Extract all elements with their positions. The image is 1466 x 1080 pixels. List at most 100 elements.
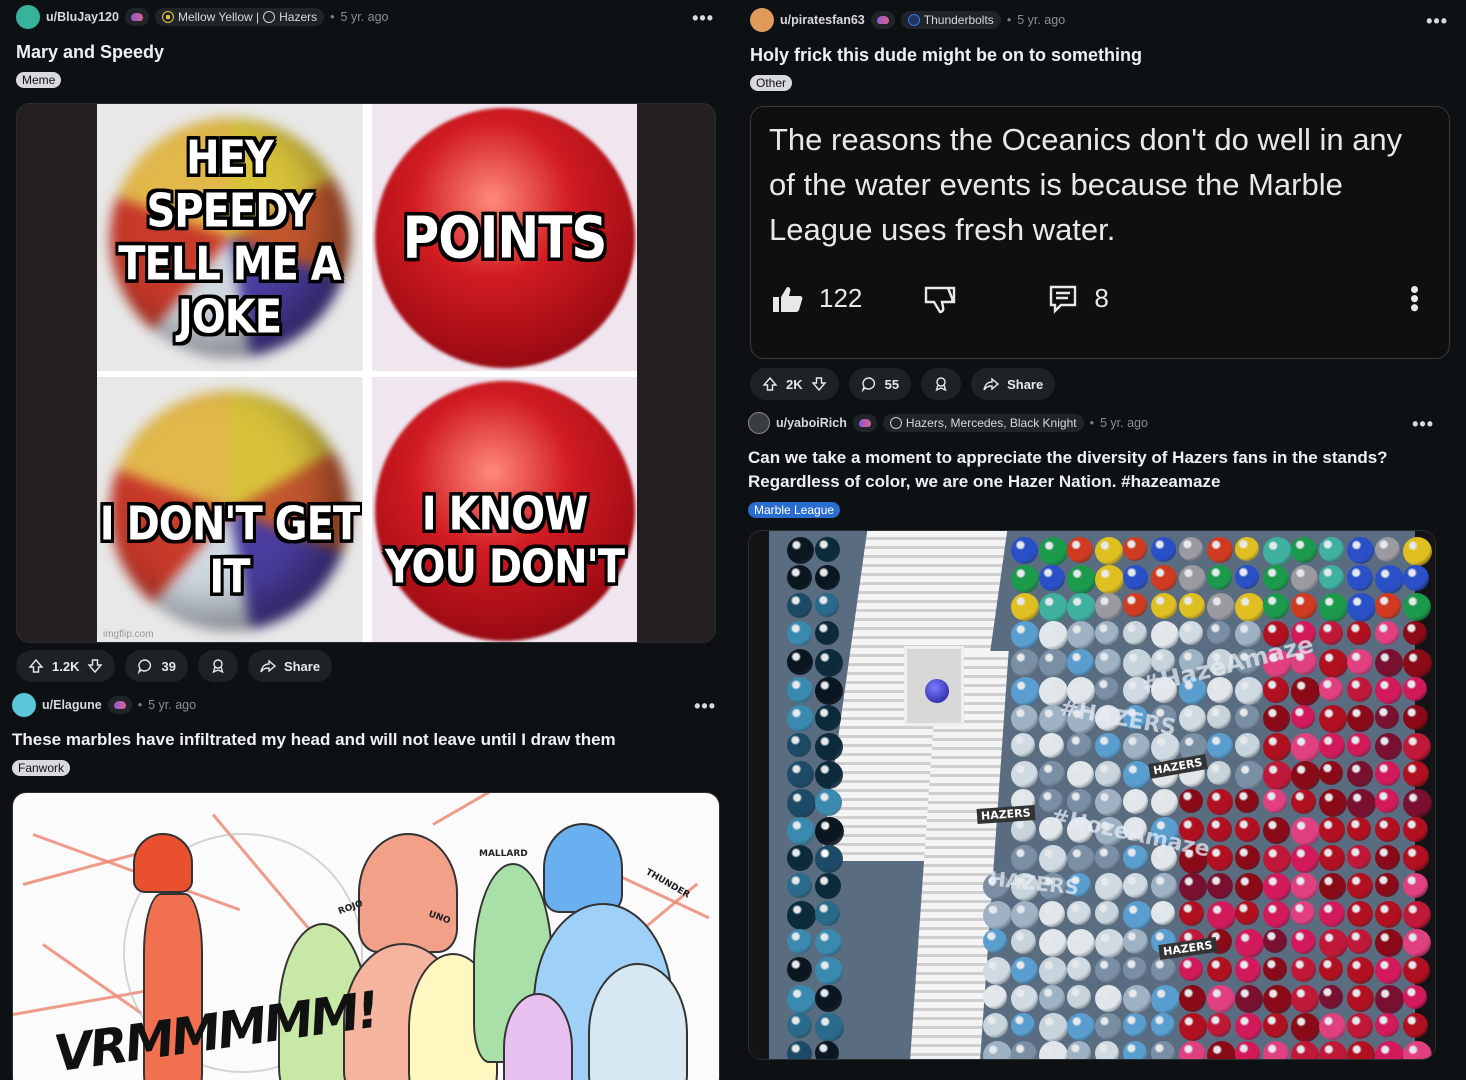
marble [1095, 985, 1122, 1012]
share-button[interactable]: Share [971, 368, 1056, 400]
marble [1347, 1013, 1373, 1039]
marble [815, 733, 843, 761]
marble [1263, 761, 1292, 790]
marble [815, 873, 841, 899]
marble [815, 901, 840, 926]
marble [1179, 565, 1206, 592]
post-flair-tag[interactable]: Meme [16, 72, 62, 88]
arrow-down-icon[interactable] [87, 658, 103, 674]
arrow-up-icon[interactable] [762, 376, 778, 392]
marble [1263, 1013, 1288, 1038]
marble [1235, 845, 1260, 870]
post-meta: u/BluJay120 Mellow Yellow | Hazers • 5 y… [16, 4, 720, 30]
marble [1179, 1013, 1207, 1041]
vertical-ellipsis-icon: ••• [1400, 284, 1430, 313]
award-button[interactable] [197, 650, 238, 682]
comments-button[interactable]: 39 [125, 650, 188, 682]
marble [1347, 649, 1373, 675]
marble [1375, 901, 1402, 928]
marble [1095, 901, 1119, 925]
post-image[interactable]: HEY SPEEDY TELL ME A JOKE POINTS I DON'T… [16, 103, 716, 643]
vote-pill: 2K [750, 368, 839, 400]
share-button[interactable]: Share [247, 650, 333, 682]
marble [1263, 985, 1292, 1014]
more-options-icon[interactable]: ••• [692, 8, 714, 29]
marble [1235, 789, 1259, 813]
more-options-icon[interactable]: ••• [1412, 414, 1434, 435]
post-card[interactable]: u/BluJay120 Mellow Yellow | Hazers • 5 y… [16, 4, 720, 684]
marble [1403, 789, 1432, 818]
avatar[interactable] [12, 693, 36, 717]
post-flair-tag[interactable]: Fanwork [12, 760, 71, 776]
user-flair: Hazers, Mercedes, Black Knight [882, 414, 1084, 432]
award-button[interactable] [921, 368, 962, 400]
arrow-up-icon[interactable] [28, 658, 44, 674]
more-options-icon[interactable]: ••• [1426, 11, 1448, 32]
marble [1403, 733, 1431, 761]
separator: • [137, 698, 143, 712]
comments-button[interactable]: 55 [848, 368, 912, 400]
marble [1403, 621, 1427, 645]
post-title[interactable]: Holy frick this dude might be on to some… [750, 43, 1452, 67]
post-image[interactable]: The reasons the Oceanics don't do well i… [750, 106, 1450, 359]
marble [1347, 845, 1371, 869]
post-title[interactable]: These marbles have infiltrated my head a… [12, 728, 720, 752]
marble [1123, 873, 1148, 898]
marble [1011, 901, 1039, 929]
arrow-down-icon[interactable] [811, 376, 827, 392]
marble [1207, 761, 1231, 785]
author-link[interactable]: u/yaboiRich [776, 416, 847, 430]
marble [1263, 733, 1291, 761]
marble [815, 649, 843, 677]
marble [1375, 537, 1400, 562]
avatar[interactable] [16, 5, 40, 29]
post-meta: u/Elagune • 5 yr. ago [12, 692, 720, 718]
avatar[interactable] [750, 8, 774, 32]
post-title[interactable]: Mary and Speedy [16, 40, 720, 64]
marble [1263, 537, 1292, 566]
marble [1403, 565, 1429, 591]
post-flair-tag[interactable]: Other [750, 75, 793, 91]
post-image[interactable]: ROJO UNO MALLARD THUNDER VRMMMMM! [12, 792, 720, 1080]
marble [787, 649, 813, 675]
post-card[interactable]: u/Elagune • 5 yr. ago ••• These marbles … [12, 692, 720, 1080]
marble [1291, 957, 1316, 982]
author-link[interactable]: u/BluJay120 [46, 10, 119, 24]
marble [1011, 929, 1036, 954]
avatar[interactable] [748, 412, 770, 434]
marble [1011, 565, 1039, 593]
marble [1235, 593, 1264, 622]
marble [1347, 621, 1371, 645]
marble [1039, 593, 1068, 622]
post-card[interactable]: u/yaboiRich Hazers, Mercedes, Black Knig… [748, 410, 1438, 1080]
marble [1207, 901, 1236, 930]
reply-icon [1050, 285, 1077, 314]
post-title[interactable]: Can we take a moment to appreciate the d… [748, 446, 1428, 494]
marble [1179, 593, 1205, 619]
marble [1403, 649, 1432, 678]
marble [1123, 621, 1147, 645]
marble [1263, 901, 1290, 928]
more-options-icon[interactable]: ••• [694, 696, 716, 717]
marble [1319, 845, 1345, 871]
marble [1319, 761, 1343, 785]
share-label: Share [1007, 376, 1044, 392]
marble [1319, 705, 1347, 733]
post-flair-tag[interactable]: Marble League [748, 502, 841, 518]
marble [1347, 593, 1376, 622]
marble [1291, 705, 1315, 729]
marble [1067, 565, 1096, 594]
author-link[interactable]: u/piratesfan63 [780, 13, 865, 27]
divider [97, 371, 637, 377]
marble [1207, 733, 1233, 759]
marble [1095, 593, 1122, 620]
marble [1263, 845, 1291, 873]
marble [1123, 985, 1151, 1013]
post-card[interactable]: u/piratesfan63 Thunderbolts • 5 yr. ago … [750, 7, 1452, 402]
marble [787, 929, 812, 954]
comment-count: 39 [161, 658, 176, 674]
author-link[interactable]: u/Elagune [42, 698, 102, 712]
marble [1011, 677, 1040, 706]
post-image[interactable]: #HazeAmaze #HAZERS HAZERS #HozeAmaze HAZ… [748, 530, 1436, 1060]
marble [1151, 537, 1176, 562]
